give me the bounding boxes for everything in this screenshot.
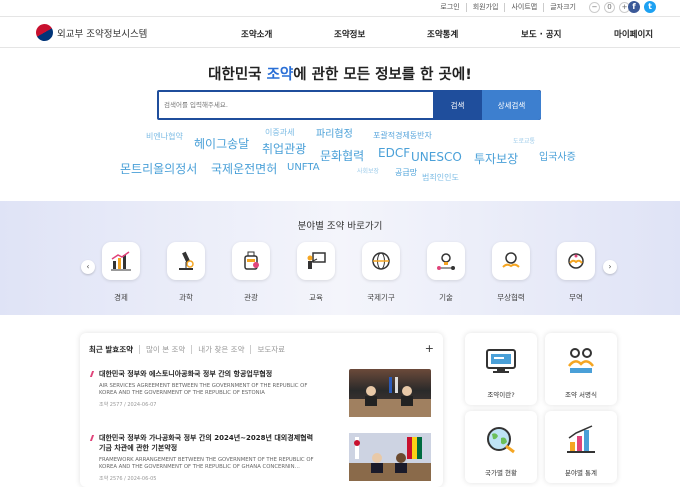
quick-link-label: 조약 서명식 bbox=[565, 391, 597, 399]
category-technology[interactable]: 기술 bbox=[426, 242, 466, 303]
treaty-photo[interactable] bbox=[349, 433, 431, 481]
keyword[interactable]: 도로교통 bbox=[513, 139, 535, 145]
category-label: 과학 bbox=[179, 293, 193, 302]
monitor-icon bbox=[486, 349, 516, 373]
category-label: 경제 bbox=[114, 293, 128, 302]
font-size-controls: − 0 + bbox=[589, 2, 630, 13]
keyword[interactable]: EDCF bbox=[378, 147, 410, 159]
search-button[interactable]: 검색 bbox=[433, 92, 482, 118]
keyword[interactable]: 포괄적경제동반자 bbox=[373, 132, 432, 140]
category-education[interactable]: 교육 bbox=[296, 242, 336, 303]
news-tabs: 최근 발효조약 많이 본 조약 내가 찾은 조약 보도자료 bbox=[89, 345, 291, 354]
keyword[interactable]: 범죄인인도 bbox=[422, 174, 459, 182]
treaty-english-title: AIR SERVICES AGREEMENT BETWEEN THE GOVER… bbox=[99, 383, 308, 396]
category-label: 기술 bbox=[439, 293, 453, 302]
hero-title: 대한민국 조약에 관한 모든 정보를 한 곳에! bbox=[208, 67, 472, 83]
social-links: f t bbox=[628, 1, 656, 13]
bar-chart-icon bbox=[567, 425, 595, 453]
category-label: 국제기구 bbox=[367, 293, 395, 302]
treaty-english-title: FRAMEWORK ARRANGEMENT BETWEEN THE GOVERN… bbox=[99, 457, 314, 470]
menu-press-notice[interactable]: 보도 · 공지 bbox=[521, 28, 561, 40]
site-logo[interactable]: 외교부 조약정보시스템 bbox=[32, 20, 148, 45]
keyword[interactable]: 투자보장 bbox=[474, 153, 518, 165]
quick-link-label: 조약이란? bbox=[487, 391, 515, 399]
tab-press-releases[interactable]: 보도자료 bbox=[251, 345, 291, 354]
category-international-org[interactable]: 국제기구 bbox=[361, 242, 401, 303]
category-title: 분야별 조약 바로가기 bbox=[297, 221, 383, 232]
category-tourism[interactable]: 관광 bbox=[231, 242, 271, 303]
trade-icon bbox=[568, 253, 584, 269]
category-grant-aid[interactable]: 무상협력 bbox=[491, 242, 531, 303]
quick-link-category-stats[interactable]: 분야별 통계 bbox=[545, 411, 617, 483]
search-input[interactable] bbox=[159, 92, 433, 118]
signing-photo-image bbox=[349, 433, 431, 481]
logo-text: 외교부 조약정보시스템 bbox=[57, 28, 148, 40]
luggage-icon bbox=[244, 251, 259, 270]
main-navigation: 외교부 조약정보시스템 조약소개 조약정보 조약통계 보도 · 공지 마이페이지 bbox=[0, 16, 680, 48]
keyword[interactable]: 공급망 bbox=[395, 169, 417, 177]
globe-icon bbox=[372, 252, 390, 270]
category-section: 분야별 조약 바로가기 ‹ › 경제 과학 관광 교육 국제기구 기술 무상협력… bbox=[0, 201, 680, 315]
utility-links: 로그인 회원가입 사이트맵 글자크기 bbox=[434, 3, 582, 12]
keyword[interactable]: 취업관광 bbox=[262, 143, 306, 155]
facebook-icon[interactable]: f bbox=[628, 1, 640, 13]
category-label: 교육 bbox=[309, 293, 323, 302]
utility-bar: 로그인 회원가입 사이트맵 글자크기 − 0 + f t bbox=[0, 0, 680, 16]
category-science[interactable]: 과학 bbox=[166, 242, 206, 303]
technology-icon bbox=[437, 253, 455, 270]
quick-link-label: 분야별 통계 bbox=[565, 469, 597, 477]
menu-treaty-stats[interactable]: 조약통계 bbox=[427, 28, 458, 40]
treaty-title: 대한민국 정부와 에스토니아공화국 정부 간의 항공업무협정 bbox=[91, 369, 316, 379]
font-decrease-button[interactable]: − bbox=[589, 2, 600, 13]
search-bar: 검색 상세검색 bbox=[157, 90, 541, 120]
keyword[interactable]: 헤이그송달 bbox=[194, 138, 249, 150]
font-reset-button[interactable]: 0 bbox=[604, 2, 615, 13]
menu-treaty-intro[interactable]: 조약소개 bbox=[241, 28, 272, 40]
more-button[interactable]: + bbox=[425, 342, 434, 355]
font-size-label: 글자크기 bbox=[550, 3, 576, 11]
keyword[interactable]: UNESCO bbox=[411, 151, 462, 163]
keyword[interactable]: 문화협력 bbox=[320, 150, 364, 162]
treaty-photo[interactable] bbox=[349, 369, 431, 417]
handshake-globe-icon bbox=[502, 252, 520, 268]
keyword[interactable]: 국제운전면허 bbox=[211, 163, 277, 175]
detail-search-button[interactable]: 상세검색 bbox=[482, 90, 541, 120]
menu-mypage[interactable]: 마이페이지 bbox=[614, 28, 653, 40]
category-label: 무상협력 bbox=[497, 293, 525, 302]
category-trade[interactable]: 무역 bbox=[556, 242, 596, 303]
category-label: 무역 bbox=[569, 293, 583, 302]
category-label: 관광 bbox=[244, 293, 258, 302]
keyword[interactable]: 입국사증 bbox=[539, 153, 576, 163]
category-prev-button[interactable]: ‹ bbox=[81, 260, 95, 274]
quick-link-country-status[interactable]: 국가별 현황 bbox=[465, 411, 537, 483]
treaty-news-panel: 최근 발효조약 많이 본 조약 내가 찾은 조약 보도자료 + 대한민국 정부와… bbox=[80, 333, 443, 487]
keyword[interactable]: UNFTA bbox=[287, 163, 320, 173]
category-next-button[interactable]: › bbox=[603, 260, 617, 274]
tab-most-viewed[interactable]: 많이 본 조약 bbox=[140, 345, 193, 354]
quick-link-label: 국가별 현황 bbox=[485, 469, 517, 477]
keyword[interactable]: 이중과세 bbox=[265, 129, 294, 137]
microscope-icon bbox=[179, 251, 194, 270]
quick-link-what-is-treaty[interactable]: 조약이란? bbox=[465, 333, 537, 405]
keyword[interactable]: 비엔나협약 bbox=[146, 133, 183, 141]
sitemap-link[interactable]: 사이트맵 bbox=[505, 3, 545, 12]
taegeuk-logo-icon bbox=[32, 20, 57, 45]
quick-link-signing-ceremony[interactable]: 조약 서명식 bbox=[545, 333, 617, 405]
signing-photo-image bbox=[349, 377, 431, 417]
twitter-icon[interactable]: t bbox=[644, 1, 656, 13]
world-map-icon bbox=[487, 427, 515, 454]
menu-treaty-info[interactable]: 조약정보 bbox=[334, 28, 365, 40]
signing-ceremony-icon bbox=[568, 348, 594, 373]
keyword[interactable]: 사회보장 bbox=[357, 169, 379, 175]
category-economy[interactable]: 경제 bbox=[101, 242, 141, 303]
tab-my-searches[interactable]: 내가 찾은 조약 bbox=[192, 345, 252, 354]
treaty-title: 대한민국 정부와 가나공화국 정부 간의 2024년~2028년 대외경제협력기… bbox=[91, 433, 316, 453]
keyword[interactable]: 파리협정 bbox=[316, 130, 353, 140]
economy-chart-icon bbox=[111, 251, 131, 271]
login-link[interactable]: 로그인 bbox=[434, 3, 467, 12]
tab-recent-treaties[interactable]: 최근 발효조약 bbox=[89, 345, 141, 354]
keyword[interactable]: 몬트리올의정서 bbox=[120, 163, 197, 175]
signup-link[interactable]: 회원가입 bbox=[467, 3, 506, 12]
teacher-board-icon bbox=[307, 252, 326, 269]
